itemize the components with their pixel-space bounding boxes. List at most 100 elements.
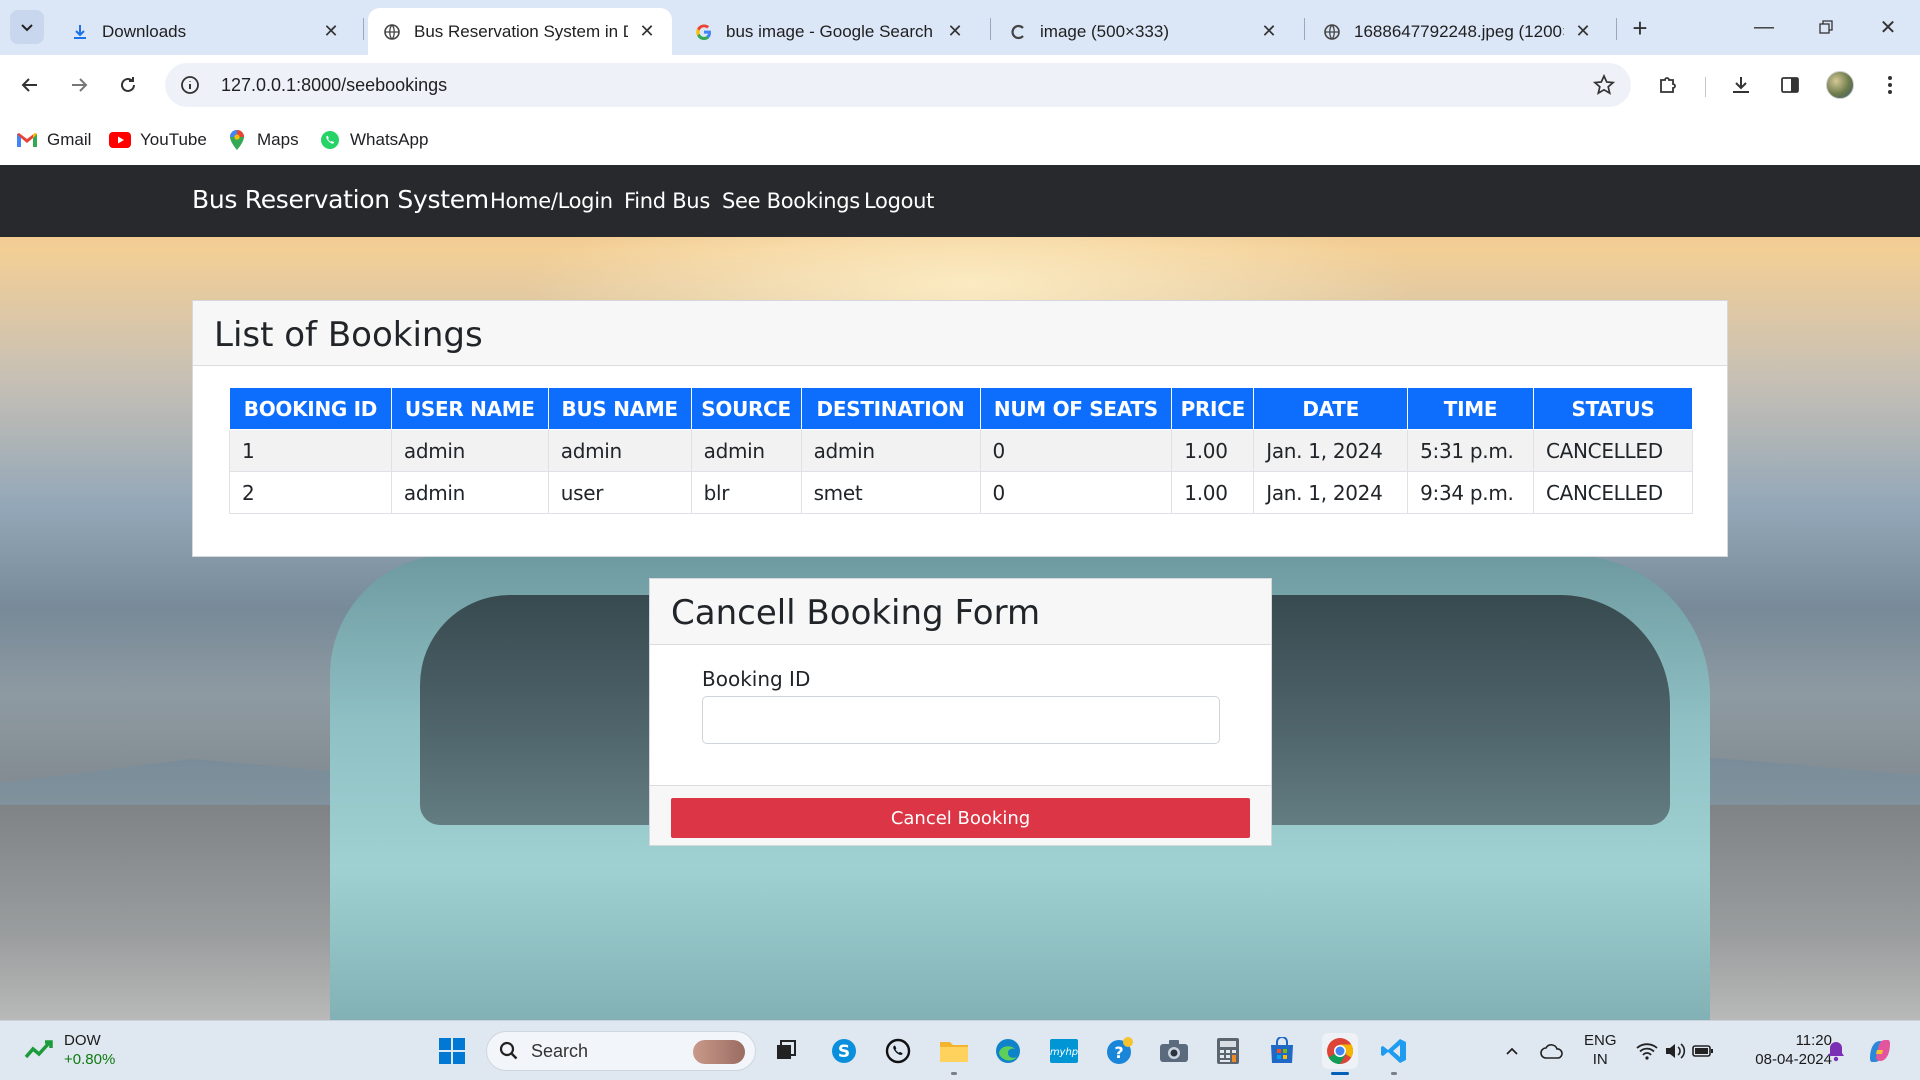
minimize-icon: — [1754, 15, 1774, 38]
tab-jpeg[interactable]: 1688647792248.jpeg (1200×5 ✕ [1308, 8, 1608, 55]
copilot-icon [1870, 1040, 1890, 1062]
puzzle-icon [1660, 77, 1676, 93]
search-highlight-image [693, 1040, 745, 1064]
column-header: PRICE [1171, 387, 1255, 430]
file-explorer-app[interactable] [936, 1033, 972, 1075]
myhp-icon: myhp [1050, 1039, 1078, 1063]
url-text[interactable]: 127.0.0.1:8000/seebookings [221, 75, 447, 96]
more-vertical-icon [1888, 76, 1892, 94]
nav-home-login[interactable]: Home/Login [490, 189, 613, 213]
camera-icon [1160, 1040, 1188, 1062]
table-cell: 1 [229, 429, 392, 472]
brand-link[interactable]: Bus Reservation System [192, 185, 489, 214]
bookmark-gmail[interactable]: Gmail [16, 125, 91, 155]
running-indicator [1391, 1072, 1397, 1075]
stock-chart-icon [24, 1040, 53, 1059]
close-icon[interactable]: ✕ [636, 21, 658, 43]
reload-button[interactable] [110, 67, 146, 103]
plus-icon: + [1632, 12, 1648, 43]
downloads-button[interactable] [1723, 67, 1759, 103]
tab-bus-reservation[interactable]: Bus Reservation System in Dja ✕ [368, 8, 672, 55]
back-button[interactable] [12, 67, 48, 103]
site-info-icon[interactable] [179, 74, 201, 96]
cancel-booking-button[interactable]: Cancel Booking [671, 798, 1250, 838]
table-cell: user [547, 471, 692, 514]
whatsapp-app[interactable] [880, 1033, 916, 1069]
language-code: ENG [1584, 1032, 1617, 1049]
myhp-app[interactable]: myhp [1046, 1033, 1082, 1069]
minimize-button[interactable]: — [1736, 8, 1792, 46]
google-icon [694, 22, 714, 42]
vscode-icon [1381, 1039, 1406, 1063]
close-icon[interactable]: ✕ [320, 21, 342, 43]
chevron-down-icon [21, 24, 33, 32]
taskbar-search[interactable]: Search [486, 1031, 756, 1071]
windows-icon [439, 1038, 465, 1064]
booking-id-input[interactable] [702, 696, 1220, 744]
camera-app[interactable] [1156, 1033, 1192, 1069]
table-cell: CANCELLED [1532, 471, 1694, 514]
bookings-title: List of Bookings [193, 301, 1727, 366]
quick-settings-button[interactable] [1630, 1033, 1720, 1069]
help-app[interactable]: ? [1102, 1033, 1138, 1069]
bookmark-youtube[interactable]: YouTube [109, 125, 207, 155]
new-tab-button[interactable]: + [1624, 12, 1656, 44]
tab-separator [990, 18, 991, 40]
restore-button[interactable] [1798, 8, 1854, 46]
bookmark-maps[interactable]: Maps [226, 125, 299, 155]
bookmarks-bar: Gmail YouTube Maps WhatsApp [0, 115, 1920, 165]
tab-image[interactable]: image (500×333) ✕ [994, 8, 1294, 55]
arrow-left-icon [21, 78, 37, 92]
stock-widget[interactable]: DOW +0.80% [24, 1031, 115, 1069]
edge-app[interactable] [990, 1033, 1026, 1069]
active-indicator [1331, 1072, 1349, 1075]
running-indicator [951, 1072, 957, 1075]
cloud-icon [1540, 1044, 1563, 1059]
onedrive-button[interactable] [1534, 1033, 1570, 1069]
close-icon[interactable]: ✕ [1258, 21, 1280, 43]
copilot-button[interactable] [1862, 1033, 1898, 1069]
tab-downloads[interactable]: Downloads ✕ [56, 8, 356, 55]
calculator-app[interactable] [1210, 1033, 1246, 1069]
close-window-button[interactable]: ✕ [1860, 8, 1916, 46]
notifications-button[interactable] [1818, 1033, 1854, 1069]
svg-text:S: S [838, 1042, 850, 1062]
menu-button[interactable] [1872, 67, 1908, 103]
nav-see-bookings[interactable]: See Bookings [722, 189, 860, 213]
vscode-app[interactable] [1376, 1033, 1412, 1075]
tab-google-search[interactable]: bus image - Google Search ✕ [680, 8, 980, 55]
tab-separator [363, 18, 364, 40]
start-button[interactable] [434, 1033, 470, 1069]
bookmark-label: YouTube [140, 130, 207, 149]
loading-icon [1008, 22, 1028, 42]
gmail-icon [16, 129, 38, 151]
bookmark-label: WhatsApp [350, 130, 429, 149]
close-icon[interactable]: ✕ [944, 21, 966, 43]
close-icon[interactable]: ✕ [1572, 21, 1594, 43]
table-row: 2 admin user blr smet 0 1.00 Jan. 1, 202… [229, 471, 1694, 514]
tab-separator [1616, 18, 1617, 40]
table-cell: admin [547, 429, 692, 472]
nav-logout[interactable]: Logout [864, 189, 934, 213]
tray-overflow-button[interactable] [1494, 1033, 1530, 1069]
address-bar[interactable]: 127.0.0.1:8000/seebookings [165, 63, 1631, 107]
chrome-app[interactable] [1322, 1033, 1358, 1075]
forward-button[interactable] [61, 67, 97, 103]
table-cell: 2 [229, 471, 392, 514]
nav-find-bus[interactable]: Find Bus [624, 189, 710, 213]
bookmark-label: Maps [257, 130, 299, 149]
language-indicator[interactable]: ENG IN [1584, 1031, 1617, 1069]
task-view-button[interactable] [768, 1033, 804, 1069]
tab-search-button[interactable] [10, 10, 44, 44]
table-cell: admin [800, 429, 981, 472]
skype-app[interactable]: S [826, 1033, 862, 1069]
store-app[interactable] [1264, 1033, 1300, 1069]
bookmark-star-icon[interactable] [1591, 72, 1617, 98]
toolbar-separator [1705, 77, 1706, 97]
table-cell: admin [390, 471, 549, 514]
bookmark-whatsapp[interactable]: WhatsApp [319, 125, 428, 155]
extensions-button[interactable] [1650, 67, 1686, 103]
side-panel-button[interactable] [1772, 67, 1808, 103]
tab-strip: Downloads ✕ Bus Reservation System in Dj… [0, 0, 1920, 55]
profile-button[interactable] [1822, 67, 1858, 103]
